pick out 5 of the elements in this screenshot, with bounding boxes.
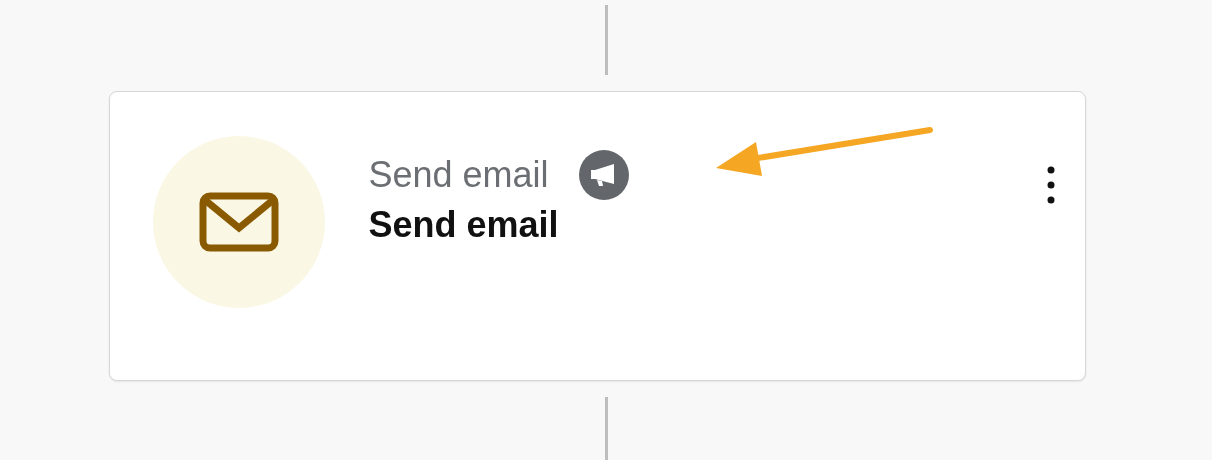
step-type-label: Send email	[368, 153, 549, 197]
step-card[interactable]: Send email Send email	[108, 91, 1086, 381]
megaphone-icon	[578, 150, 629, 200]
more-options-icon[interactable]	[1046, 166, 1055, 204]
step-title: Send email	[368, 203, 560, 247]
